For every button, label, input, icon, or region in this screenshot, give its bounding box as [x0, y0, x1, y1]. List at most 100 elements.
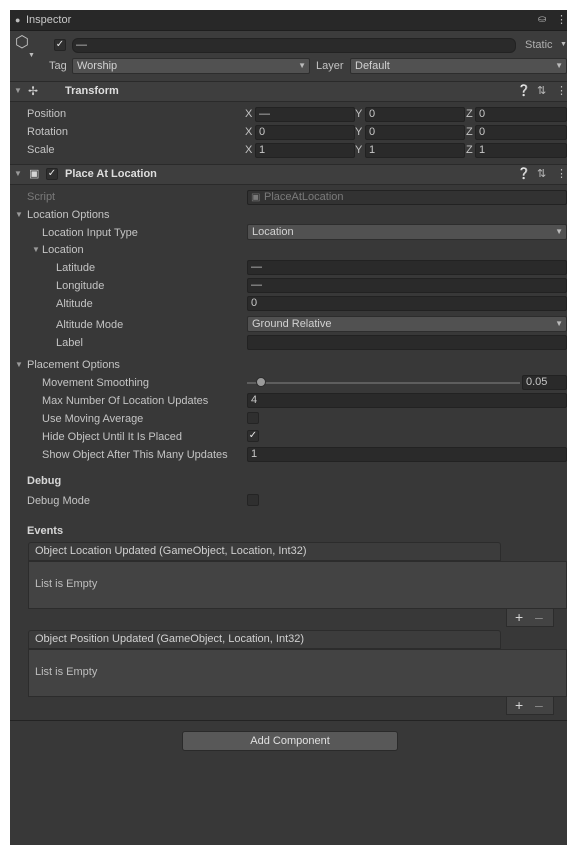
position-x-field[interactable]: —	[255, 107, 355, 122]
altitude-mode-value: Ground Relative	[252, 318, 332, 330]
chevron-down-icon: ▼	[555, 61, 563, 70]
movement-smoothing-track[interactable]	[247, 382, 520, 384]
position-z-label[interactable]: Z	[466, 107, 473, 121]
max-updates-label: Max Number Of Location Updates	[42, 395, 209, 407]
script-icon: ▣	[29, 168, 40, 180]
location-options-label[interactable]: Location Options	[27, 208, 110, 222]
debug-mode-checkbox[interactable]	[247, 494, 259, 506]
use-moving-average-checkbox[interactable]	[247, 412, 259, 424]
scale-y-label[interactable]: Y	[355, 143, 362, 157]
location-input-type-dropdown[interactable]: Location ▼	[247, 224, 567, 240]
tag-dropdown[interactable]: Worship ▼	[72, 58, 310, 74]
add-component-button[interactable]: Add Component	[182, 731, 398, 751]
chevron-down-icon: ▼	[555, 319, 563, 328]
transform-header[interactable]: ▼ ✢ Transform ❔ ⇅ ⋮	[10, 81, 567, 102]
presets-icon[interactable]: ⇅	[537, 84, 546, 98]
longitude-field[interactable]: —	[247, 278, 567, 293]
location-input-type-value: Location	[252, 226, 294, 238]
rotation-z-field[interactable]: 0	[475, 125, 567, 140]
debug-header: Debug	[27, 475, 62, 487]
inspector-tab-title[interactable]: Inspector	[26, 13, 71, 27]
kebab-menu-icon[interactable]: ⋮	[556, 84, 567, 98]
show-after-field[interactable]: 1	[247, 447, 567, 462]
help-icon[interactable]: ❔	[517, 84, 531, 98]
scale-y-field[interactable]: 1	[365, 143, 465, 158]
rotation-z-label[interactable]: Z	[466, 125, 473, 139]
help-icon[interactable]: ❔	[517, 167, 531, 181]
rotation-y-label[interactable]: Y	[355, 125, 362, 139]
chevron-down-icon[interactable]: ▼	[28, 49, 35, 63]
chevron-down-icon: ▼	[298, 61, 306, 70]
component-enabled-checkbox[interactable]: ✓	[46, 168, 58, 180]
presets-icon[interactable]: ⇅	[537, 167, 546, 181]
event-position-updated-footer: + –	[506, 697, 554, 715]
position-label: Position	[27, 108, 67, 120]
place-at-location-header[interactable]: ▼ ▣ ✓ Place At Location ❔ ⇅ ⋮	[10, 164, 567, 185]
longitude-label: Longitude	[56, 280, 105, 292]
movement-smoothing-thumb[interactable]	[255, 377, 266, 387]
altitude-mode-label: Altitude Mode	[56, 319, 124, 331]
collapse-arrow-icon[interactable]: ▼	[14, 167, 22, 181]
scale-z-field[interactable]: 1	[475, 143, 567, 158]
script-field: ▣ PlaceAtLocation	[247, 190, 567, 205]
hide-object-label: Hide Object Until It Is Placed	[42, 431, 183, 443]
position-x-label[interactable]: X	[245, 107, 252, 121]
events-header: Events	[27, 525, 64, 537]
rotation-x-label[interactable]: X	[245, 125, 252, 139]
script-value: PlaceAtLocation	[264, 191, 344, 203]
rotation-y-field[interactable]: 0	[365, 125, 465, 140]
inspector-tab-bar: ● Inspector ⛀ ⋮	[10, 10, 567, 31]
add-listener-button[interactable]: +	[515, 609, 523, 625]
scale-x-field[interactable]: 1	[255, 143, 355, 158]
label-label: Label	[56, 337, 83, 349]
event-position-updated-empty: List is Empty	[35, 666, 98, 678]
scale-x-label[interactable]: X	[245, 143, 252, 157]
static-dropdown-icon[interactable]: ▼	[560, 38, 567, 52]
static-label[interactable]: Static	[525, 38, 553, 52]
kebab-menu-icon[interactable]: ⋮	[556, 167, 567, 181]
object-active-checkbox[interactable]: ✓	[54, 39, 66, 51]
event-position-updated-list[interactable]: List is Empty	[28, 649, 567, 697]
object-header: ⬡ ▼ ✓ — Static ▼ Tag Worship ▼ Layer Def…	[10, 31, 567, 87]
component-separator	[10, 720, 567, 721]
add-listener-button[interactable]: +	[515, 697, 523, 713]
cube-icon[interactable]: ⬡	[15, 35, 29, 51]
transform-title: Transform	[65, 85, 119, 97]
rotation-x-field[interactable]: 0	[255, 125, 355, 140]
event-position-updated-title: Object Position Updated (GameObject, Loc…	[35, 633, 305, 645]
max-updates-field[interactable]: 4	[247, 393, 567, 408]
event-position-updated-header: Object Position Updated (GameObject, Loc…	[28, 630, 501, 649]
rotation-label: Rotation	[27, 126, 68, 138]
tag-label: Tag	[49, 60, 67, 72]
remove-listener-button[interactable]: –	[535, 609, 543, 625]
collapse-arrow-icon[interactable]: ▼	[14, 84, 22, 98]
show-after-label: Show Object After This Many Updates	[42, 449, 228, 461]
latitude-field[interactable]: —	[247, 260, 567, 275]
location-foldout-icon[interactable]: ▼	[32, 243, 40, 257]
remove-listener-button[interactable]: –	[535, 697, 543, 713]
script-label: Script	[27, 191, 56, 203]
event-location-updated-list[interactable]: List is Empty	[28, 561, 567, 609]
altitude-field[interactable]: 0	[247, 296, 567, 311]
movement-smoothing-field[interactable]: 0.05	[522, 375, 567, 390]
layer-label: Layer	[316, 60, 344, 72]
altitude-mode-dropdown[interactable]: Ground Relative ▼	[247, 316, 567, 332]
event-location-updated-header: Object Location Updated (GameObject, Loc…	[28, 542, 501, 561]
location-options-foldout-icon[interactable]: ▼	[15, 208, 23, 222]
lock-icon[interactable]: ⛀	[538, 13, 546, 27]
label-field[interactable]	[247, 335, 567, 350]
kebab-menu-icon[interactable]: ⋮	[556, 13, 567, 27]
event-location-updated-footer: + –	[506, 609, 554, 627]
component-title: Place At Location	[65, 168, 157, 180]
location-input-type-label: Location Input Type	[42, 227, 138, 239]
hide-object-checkbox[interactable]: ✓	[247, 430, 259, 442]
position-z-field[interactable]: 0	[475, 107, 567, 122]
placement-options-foldout-icon[interactable]: ▼	[15, 358, 23, 372]
placement-options-label[interactable]: Placement Options	[27, 358, 120, 372]
object-name-field[interactable]: —	[72, 38, 516, 53]
layer-dropdown[interactable]: Default ▼	[350, 58, 567, 74]
location-label[interactable]: Location	[42, 243, 84, 257]
position-y-field[interactable]: 0	[365, 107, 465, 122]
position-y-label[interactable]: Y	[355, 107, 362, 121]
scale-z-label[interactable]: Z	[466, 143, 473, 157]
